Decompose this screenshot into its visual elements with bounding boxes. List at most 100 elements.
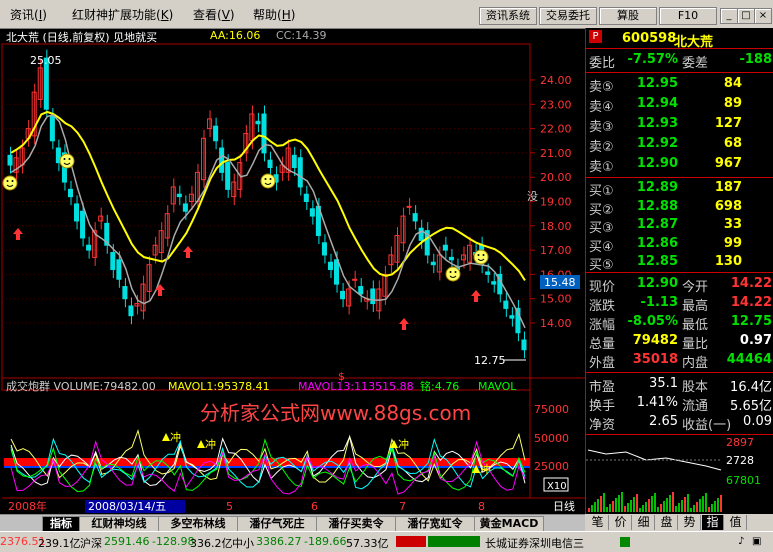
candle-body (152, 244, 158, 256)
mini-vol-bar (639, 508, 641, 512)
stat-row: 涨幅 -8.05% 最低 12.75 (589, 314, 772, 333)
candle-body (352, 278, 358, 281)
mini-vol-bar (684, 497, 686, 512)
triangle-icon (197, 440, 205, 448)
sh-amount: 239.1亿 (38, 537, 81, 550)
menu-extensions[interactable]: 红财神扩展功能(K) (72, 6, 173, 23)
f10-button[interactable]: F10 (659, 7, 717, 25)
mini-vol-bar (642, 505, 644, 512)
vol-unit: X10 (547, 481, 567, 492)
smiley-eye (454, 271, 457, 273)
x-label-8: 8 (478, 500, 485, 513)
right-tab-4[interactable]: 势 (679, 515, 701, 530)
candle-body (116, 259, 122, 280)
minimize-button[interactable]: _ (720, 8, 738, 24)
zx-amount: 57.33亿 (346, 537, 389, 550)
info-system-button[interactable]: 资讯系统 (479, 7, 537, 25)
mini-vol-bar (594, 502, 596, 512)
chart-canvas[interactable]: 24.00 23.00 22.00 21.00 20.00 19.00 18.00 17.00… (0, 28, 585, 514)
triangle-icon (162, 433, 170, 441)
vol-tick-50000: 50000 (534, 432, 569, 445)
market-bars (396, 536, 480, 547)
mini-vol-bar (669, 495, 671, 512)
calc-stock-button[interactable]: 算股 (599, 7, 657, 25)
mini-vol-bar (597, 499, 599, 512)
candle-body (327, 261, 334, 271)
right-tab-6[interactable]: 值 (725, 515, 747, 530)
mini-vol-bar (720, 495, 722, 512)
menu-help[interactable]: 帮助(H) (253, 6, 295, 23)
menu-view[interactable]: 查看(V) (193, 6, 235, 23)
chong-label: 冲 (480, 462, 491, 476)
right-tab-1[interactable]: 价 (610, 515, 632, 530)
maximize-button[interactable]: □ (737, 8, 755, 24)
status-icons: ♪ ▣ (620, 535, 768, 548)
smiley-icon (445, 266, 461, 282)
price-tick-label: 17.00 (540, 244, 572, 257)
candle-body (321, 242, 327, 256)
candle-body (303, 193, 309, 203)
up-arrow-icon (13, 228, 23, 240)
mini-vol-bar (624, 506, 626, 512)
stat-row: 现价 12.90 今开 14.22 (589, 276, 772, 295)
candle-body (406, 205, 412, 208)
order-row: 买④ 12.86 99 (589, 235, 742, 255)
candle-body (418, 227, 424, 241)
quote-tag: P (589, 30, 602, 43)
price-tick-label: 21.00 (540, 147, 572, 160)
menu-info[interactable]: 资讯(I) (10, 6, 47, 23)
mini-vol-bar (618, 495, 620, 512)
quote-panel: P 600598 北大荒 委比 -7.57% 委差 -188 卖⑤ 12.95 84… (585, 28, 773, 514)
x-label-5: 5 (226, 500, 233, 513)
sz-label: 沪深 (80, 537, 102, 550)
mini-vol-bar (654, 493, 656, 512)
candle-body (67, 188, 74, 198)
fund-row: 换手 1.41% 流通 5.65亿 (589, 395, 772, 414)
candle-body (110, 252, 116, 271)
price-tick-label: 18.00 (540, 220, 572, 233)
candle-body (448, 256, 454, 261)
chong-label: 冲 (398, 437, 409, 451)
order-row: 买② 12.88 698 (589, 198, 742, 218)
smiley-icon (2, 175, 18, 191)
smiley-eye (11, 180, 14, 182)
lock-icon: ▣ (752, 536, 762, 547)
mini-vol-bar (696, 502, 698, 512)
candle-body (176, 193, 182, 198)
mini-vol-bar (651, 496, 653, 512)
right-tab-2[interactable]: 细 (633, 515, 655, 530)
trade-order-button[interactable]: 交易委托 (539, 7, 597, 25)
price-tick-label: 19.00 (540, 196, 572, 209)
smiley-eye (477, 254, 480, 256)
candle-body (370, 288, 376, 305)
price-tick-label: 24.00 (540, 74, 572, 87)
connection-icon (620, 537, 630, 547)
smiley-icon (59, 153, 75, 169)
mini-vol-bar (663, 501, 665, 512)
smiley-icon (473, 249, 489, 265)
sz-amount: 336.2亿 (190, 537, 233, 550)
mini-vol-bar (660, 504, 662, 512)
candle-body (213, 125, 219, 142)
right-tab-5[interactable]: 指 (702, 515, 724, 530)
up-arrow-icon (155, 284, 165, 296)
smiley-icon (260, 173, 276, 189)
close-button[interactable]: × (754, 8, 772, 24)
smiley-eye (68, 158, 71, 160)
candle-body (291, 154, 297, 168)
mini-vol-bar (708, 507, 710, 512)
mini-vol-bar (627, 503, 629, 512)
mini-vol-bar (666, 498, 668, 512)
right-tab-0[interactable]: 笔 (587, 515, 609, 530)
right-tab-3[interactable]: 盘 (656, 515, 678, 530)
candle-body (485, 271, 491, 275)
smiley-eye (6, 180, 9, 182)
mini-vol-bar (699, 499, 701, 512)
order-row: 卖② 12.92 68 (589, 136, 742, 155)
chong-label: 冲 (170, 430, 181, 444)
mavol13: MAVOL13:113515.88 (298, 380, 414, 393)
low-label: 12.75 (474, 354, 506, 367)
mini-top: 2897 (726, 436, 754, 449)
candle-body (503, 300, 509, 309)
ma-gray-line (10, 114, 526, 329)
